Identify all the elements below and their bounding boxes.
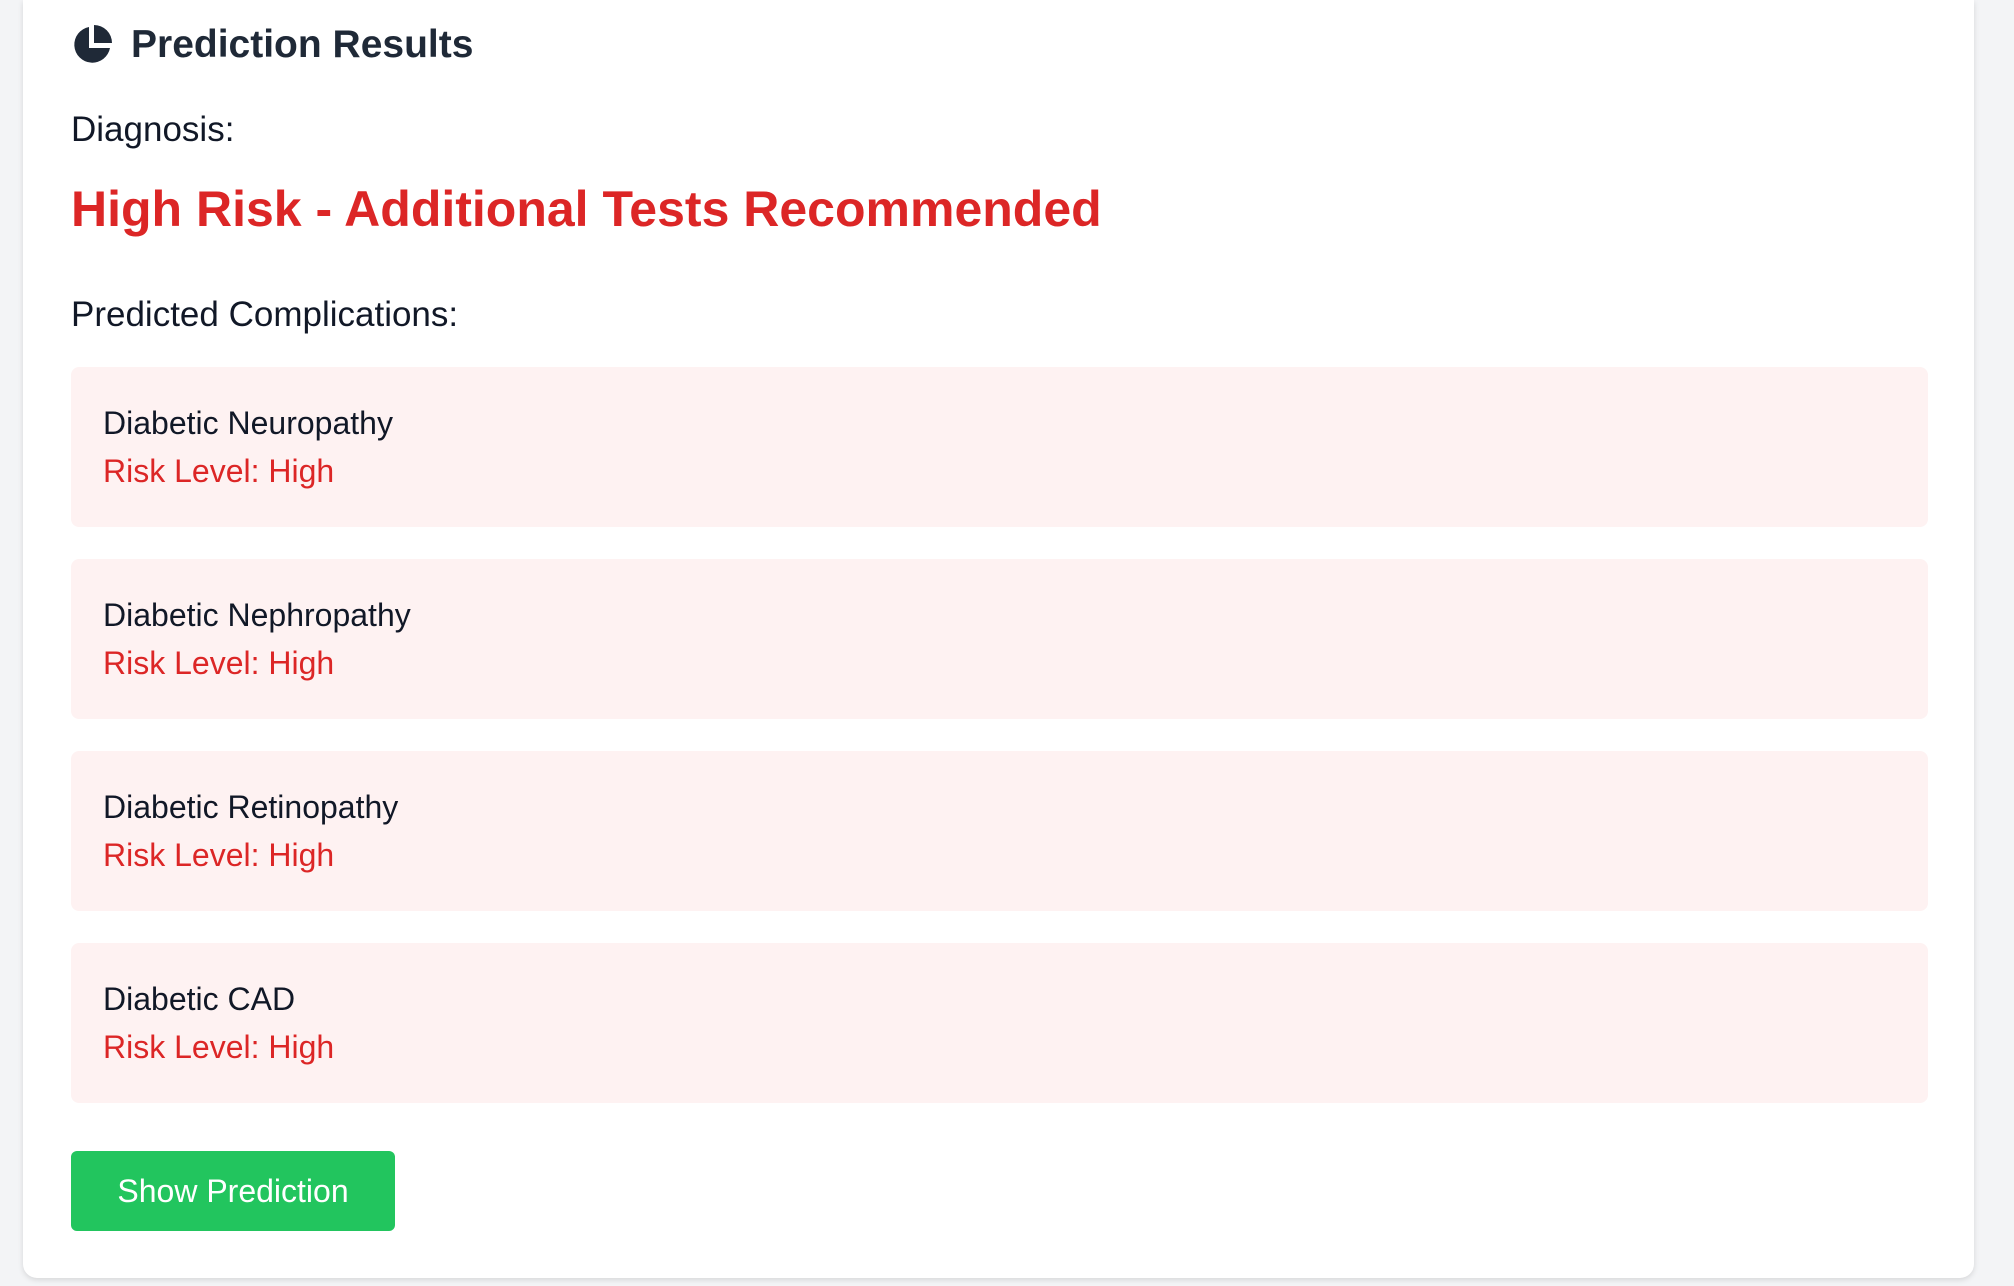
- pie-chart-icon: [71, 24, 113, 66]
- prediction-results-card: Prediction Results Diagnosis: High Risk …: [23, 0, 1974, 1278]
- show-prediction-button[interactable]: Show Prediction: [71, 1151, 395, 1231]
- results-header: Prediction Results: [71, 20, 473, 70]
- complication-name: Diabetic Nephropathy: [103, 597, 411, 633]
- complication-risk-level: Risk Level: High: [103, 1029, 335, 1065]
- diagnosis-label: Diagnosis:: [71, 110, 235, 149]
- complication-item: Diabetic Neuropathy Risk Level: High: [71, 367, 1928, 527]
- complication-risk-level: Risk Level: High: [103, 837, 335, 873]
- complication-name: Diabetic CAD: [103, 981, 296, 1017]
- complication-name: Diabetic Retinopathy: [103, 789, 399, 825]
- complication-risk-level: Risk Level: High: [103, 453, 335, 489]
- diagnosis-value: High Risk - Additional Tests Recommended: [71, 181, 1102, 237]
- complication-risk-level: Risk Level: High: [103, 645, 335, 681]
- page-title: Prediction Results: [131, 23, 474, 66]
- complication-item: Diabetic Nephropathy Risk Level: High: [71, 559, 1928, 719]
- complication-name: Diabetic Neuropathy: [103, 405, 393, 441]
- complications-label: Predicted Complications:: [71, 295, 459, 334]
- complication-item: Diabetic CAD Risk Level: High: [71, 943, 1928, 1103]
- complication-item: Diabetic Retinopathy Risk Level: High: [71, 751, 1928, 911]
